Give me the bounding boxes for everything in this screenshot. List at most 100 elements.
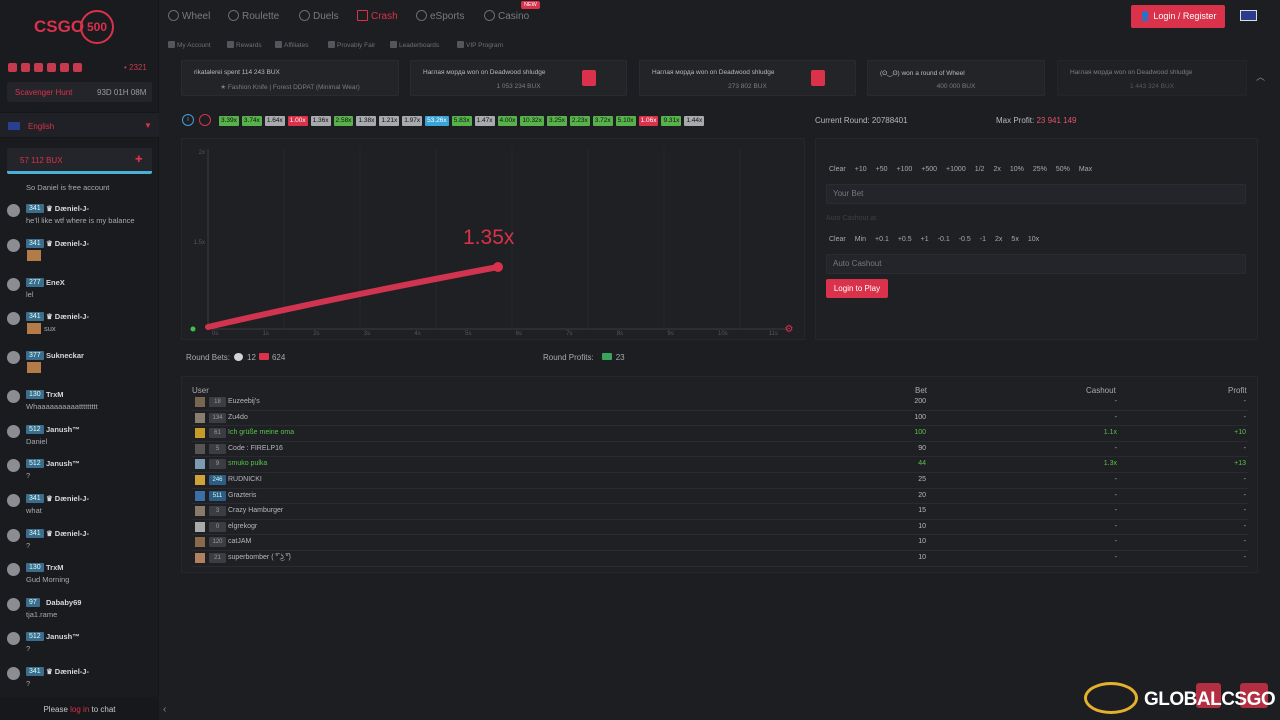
history-multiplier[interactable]: 1.47x xyxy=(474,116,495,126)
subnav-affiliates[interactable]: Affiliates xyxy=(275,41,308,49)
chip-button[interactable]: 10% xyxy=(1010,166,1024,173)
chip-button[interactable]: Min xyxy=(855,236,866,243)
history-multiplier[interactable]: 5.10x xyxy=(615,116,636,126)
chip-button[interactable]: +500 xyxy=(921,166,937,173)
avatar[interactable] xyxy=(7,563,20,576)
login-to-play-button[interactable]: Login to Play xyxy=(826,279,888,298)
username[interactable]: ♛ Dæniel-J- xyxy=(46,529,89,538)
chip-button[interactable]: +0.1 xyxy=(875,236,889,243)
chip-button[interactable]: 10x xyxy=(1028,236,1039,243)
feed-card[interactable]: rikatalerei spent 114 243 BUX ★ Fashion K… xyxy=(181,60,399,96)
facebook-icon[interactable] xyxy=(21,63,30,72)
chip-button[interactable]: -0.5 xyxy=(959,236,971,243)
avatar[interactable] xyxy=(7,667,20,680)
language-flag-icon[interactable] xyxy=(1240,10,1257,21)
chip-button[interactable]: +10 xyxy=(855,166,867,173)
chip-button[interactable]: +100 xyxy=(896,166,912,173)
subnav-rewards[interactable]: Rewards xyxy=(227,41,262,49)
avatar[interactable] xyxy=(7,390,20,403)
collapse-chat-icon[interactable]: ‹ xyxy=(163,704,166,715)
steam-icon[interactable] xyxy=(73,63,82,72)
avatar[interactable] xyxy=(7,459,20,472)
chip-button[interactable]: Max xyxy=(1079,166,1092,173)
auto-cashout-input[interactable]: Auto Cashout xyxy=(826,254,1246,274)
scavenger-hunt[interactable]: Scavenger Hunt 93D 01H 08M xyxy=(7,82,152,102)
chip-button[interactable]: +0.5 xyxy=(898,236,912,243)
avatar[interactable] xyxy=(7,598,20,611)
history-multiplier[interactable]: 1.36x xyxy=(310,116,331,126)
chip-button[interactable]: 25% xyxy=(1033,166,1047,173)
instagram-icon[interactable] xyxy=(60,63,69,72)
history-multiplier[interactable]: 1.44x xyxy=(684,116,705,126)
chip-button[interactable]: -0.1 xyxy=(938,236,950,243)
vk-icon[interactable] xyxy=(34,63,43,72)
history-multiplier[interactable]: 3.72x xyxy=(592,116,613,126)
nav-roulette[interactable]: Roulette xyxy=(228,10,279,22)
history-multiplier[interactable]: 1.64x xyxy=(264,116,285,126)
username[interactable]: ♛ Dæniel-J- xyxy=(46,204,89,213)
nav-crash[interactable]: Crash xyxy=(357,10,398,22)
chip-button[interactable]: -1 xyxy=(980,236,986,243)
history-multiplier[interactable]: 1.06x xyxy=(638,116,659,126)
nav-casino[interactable]: Casino xyxy=(484,10,529,22)
username[interactable]: Janush™ xyxy=(46,425,80,434)
feed-card[interactable]: (ʘ‿ʘ) won a round of Wheel 400 000 BUX xyxy=(867,60,1045,96)
info-icon[interactable]: i xyxy=(182,114,194,126)
avatar[interactable] xyxy=(7,312,20,325)
chip-button[interactable]: +50 xyxy=(876,166,888,173)
history-multiplier[interactable]: 1.38x xyxy=(356,116,377,126)
username[interactable]: EneX xyxy=(46,278,65,287)
chip-button[interactable]: +1 xyxy=(921,236,929,243)
your-bet-input[interactable]: Your Bet xyxy=(826,184,1246,204)
history-multiplier[interactable]: 9.31x xyxy=(661,116,682,126)
avatar[interactable] xyxy=(7,351,20,364)
history-multiplier[interactable]: 3.25x xyxy=(546,116,567,126)
chip-button[interactable]: 1/2 xyxy=(975,166,985,173)
youtube-icon[interactable] xyxy=(47,63,56,72)
username[interactable]: Janush™ xyxy=(46,459,80,468)
avatar[interactable] xyxy=(7,204,20,217)
username[interactable]: ♛ Dæniel-J- xyxy=(46,667,89,676)
login-link[interactable]: log in xyxy=(70,705,89,714)
chip-button[interactable]: 50% xyxy=(1056,166,1070,173)
avatar[interactable] xyxy=(7,425,20,438)
history-multiplier[interactable]: 1.21x xyxy=(379,116,400,126)
history-multiplier[interactable]: 3.74x xyxy=(241,116,262,126)
login-register-button[interactable]: 👤 Login / Register xyxy=(1131,5,1225,28)
chip-button[interactable]: 2x xyxy=(993,166,1000,173)
history-multiplier[interactable]: 3.39x xyxy=(219,116,239,126)
chip-button[interactable]: Clear xyxy=(829,236,846,243)
history-multiplier[interactable]: 4.00x xyxy=(497,116,518,126)
subnav-my-account[interactable]: My Account xyxy=(168,41,211,49)
history-multiplier[interactable]: 53.26x xyxy=(425,116,449,126)
username[interactable]: TrxM xyxy=(46,390,64,399)
username[interactable]: Dababy69 xyxy=(46,598,81,607)
history-multiplier[interactable]: 2.58x xyxy=(333,116,354,126)
avatar[interactable] xyxy=(7,529,20,542)
nav-esports[interactable]: eSports xyxy=(416,10,464,22)
history-multiplier[interactable]: 5.83x xyxy=(451,116,472,126)
twitter-icon[interactable] xyxy=(8,63,17,72)
username[interactable]: Sukneckar xyxy=(46,351,84,360)
username[interactable]: TrxM xyxy=(46,563,64,572)
history-multiplier[interactable]: 10.32x xyxy=(520,116,544,126)
settings-icon[interactable]: ⚙ xyxy=(785,324,794,335)
history-multiplier[interactable]: 2.23x xyxy=(569,116,590,126)
history-icon[interactable] xyxy=(199,114,211,126)
username[interactable]: ♛ Dæniel-J- xyxy=(46,239,89,248)
avatar[interactable] xyxy=(7,632,20,645)
nav-duels[interactable]: Duels xyxy=(299,10,339,22)
history-multiplier[interactable]: 1.00x xyxy=(287,116,308,126)
avatar[interactable] xyxy=(7,494,20,507)
avatar[interactable] xyxy=(7,239,20,252)
username[interactable]: ♛ Dæniel-J- xyxy=(46,494,89,503)
site-logo[interactable]: CSGO 500 xyxy=(34,10,114,46)
chip-button[interactable]: 5x xyxy=(1011,236,1018,243)
feed-card[interactable]: Наглая морда won on Deadwood shludge 1 44… xyxy=(1057,60,1247,96)
subnav-leaderboards[interactable]: Leaderboards xyxy=(390,41,439,49)
history-multiplier[interactable]: 1.97x xyxy=(402,116,423,126)
language-select[interactable]: English ▼ xyxy=(0,112,159,138)
add-friend-icon[interactable]: ✚ xyxy=(135,154,145,164)
feed-card[interactable]: Наглая морда won on Deadwood shludge 273 … xyxy=(639,60,856,96)
chip-button[interactable]: 2x xyxy=(995,236,1002,243)
